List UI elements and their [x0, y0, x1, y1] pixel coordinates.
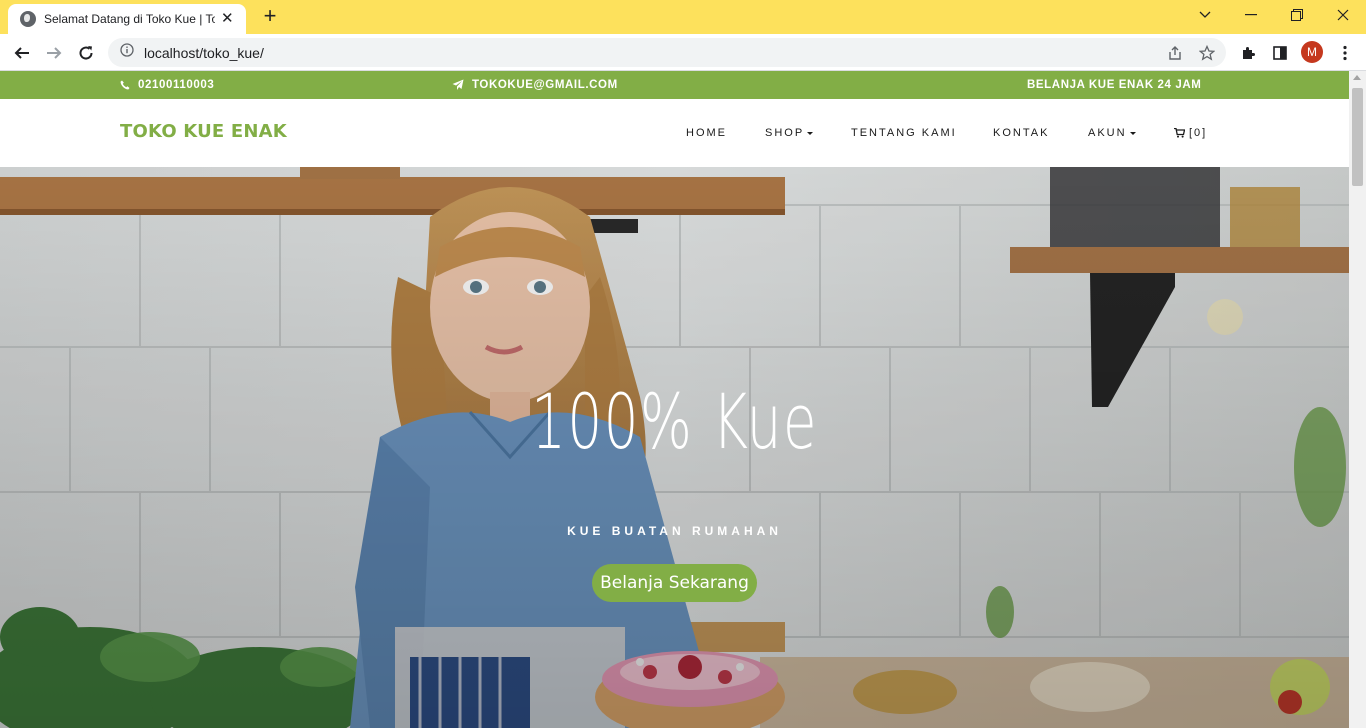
more-icon[interactable] [1333, 41, 1357, 65]
phone-info: 02100110003 [120, 71, 214, 99]
sidebar-icon[interactable] [1268, 41, 1292, 65]
extension-icon[interactable] [1236, 41, 1260, 65]
globe-icon [20, 11, 36, 27]
info-bar: 02100110003 TOKOKUE@GMAIL.COM BELANJA KU… [0, 71, 1349, 99]
browser-tab-bar: Selamat Datang di Toko Kue | Toko Kue ✕ … [0, 0, 1366, 34]
nav-home-label: HOME [686, 127, 727, 139]
cart-icon [1174, 128, 1185, 138]
reload-icon[interactable] [72, 39, 100, 67]
nav-tentang-kami-label: TENTANG KAMI [851, 127, 957, 139]
page-viewport: 02100110003 TOKOKUE@GMAIL.COM BELANJA KU… [0, 71, 1366, 728]
back-arrow-icon[interactable] [8, 39, 36, 67]
nav-kontak-label: KONTAK [993, 127, 1050, 139]
caret-down-icon [1129, 131, 1136, 135]
nav-akun-label: AKUN [1088, 127, 1127, 139]
shop-now-button[interactable]: Belanja Sekarang [592, 564, 757, 602]
nav-home[interactable]: HOME [686, 125, 727, 141]
hero-title: 100% Kue [531, 377, 818, 466]
window-close-icon[interactable] [1320, 0, 1366, 30]
plus-icon[interactable]: + [258, 5, 282, 29]
star-icon[interactable] [1198, 44, 1216, 62]
address-bar[interactable]: localhost/toko_kue/ [108, 38, 1226, 67]
paper-plane-icon [452, 79, 464, 90]
nav-cart[interactable]: [0] [1174, 125, 1207, 141]
restore-icon[interactable] [1274, 0, 1320, 30]
cart-count: [0] [1189, 127, 1208, 139]
share-icon[interactable] [1166, 44, 1184, 62]
profile-avatar[interactable]: M [1301, 41, 1323, 63]
scroll-up-icon[interactable] [1353, 75, 1361, 80]
hero-subtitle: KUE BUATAN RUMAHAN [567, 524, 782, 538]
tab-title: Selamat Datang di Toko Kue | Toko Kue [44, 12, 215, 26]
page-scrollbar[interactable] [1349, 71, 1366, 728]
browser-tab[interactable]: Selamat Datang di Toko Kue | Toko Kue ✕ [8, 4, 246, 34]
caret-down-icon [807, 131, 814, 135]
nav-shop[interactable]: SHOP [765, 125, 814, 141]
chevron-down-icon[interactable] [1182, 0, 1228, 30]
site-navbar: TOKO KUE ENAK HOME SHOP TENTANG KAMI KON… [0, 99, 1349, 167]
tagline: BELANJA KUE ENAK 24 JAM [1027, 79, 1202, 91]
browser-toolbar: localhost/toko_kue/ M [0, 34, 1366, 71]
info-icon[interactable] [120, 43, 134, 62]
nav-kontak[interactable]: KONTAK [993, 125, 1049, 141]
email-address: TOKOKUE@GMAIL.COM [472, 79, 618, 91]
email-info: TOKOKUE@GMAIL.COM [452, 71, 618, 99]
nav-shop-label: SHOP [765, 127, 805, 139]
forward-arrow-icon[interactable] [40, 39, 68, 67]
url-text: localhost/toko_kue/ [144, 44, 264, 61]
close-icon[interactable]: ✕ [219, 10, 236, 28]
site-logo[interactable]: TOKO KUE ENAK [120, 121, 287, 142]
nav-tentang-kami[interactable]: TENTANG KAMI [851, 125, 957, 141]
phone-icon [120, 80, 130, 90]
hero-banner: 100% Kue KUE BUATAN RUMAHAN Belanja Seka… [0, 167, 1349, 728]
minimize-icon[interactable] [1228, 0, 1274, 30]
nav-akun[interactable]: AKUN [1088, 125, 1136, 141]
scrollbar-thumb[interactable] [1352, 88, 1363, 186]
phone-number: 02100110003 [138, 79, 215, 91]
